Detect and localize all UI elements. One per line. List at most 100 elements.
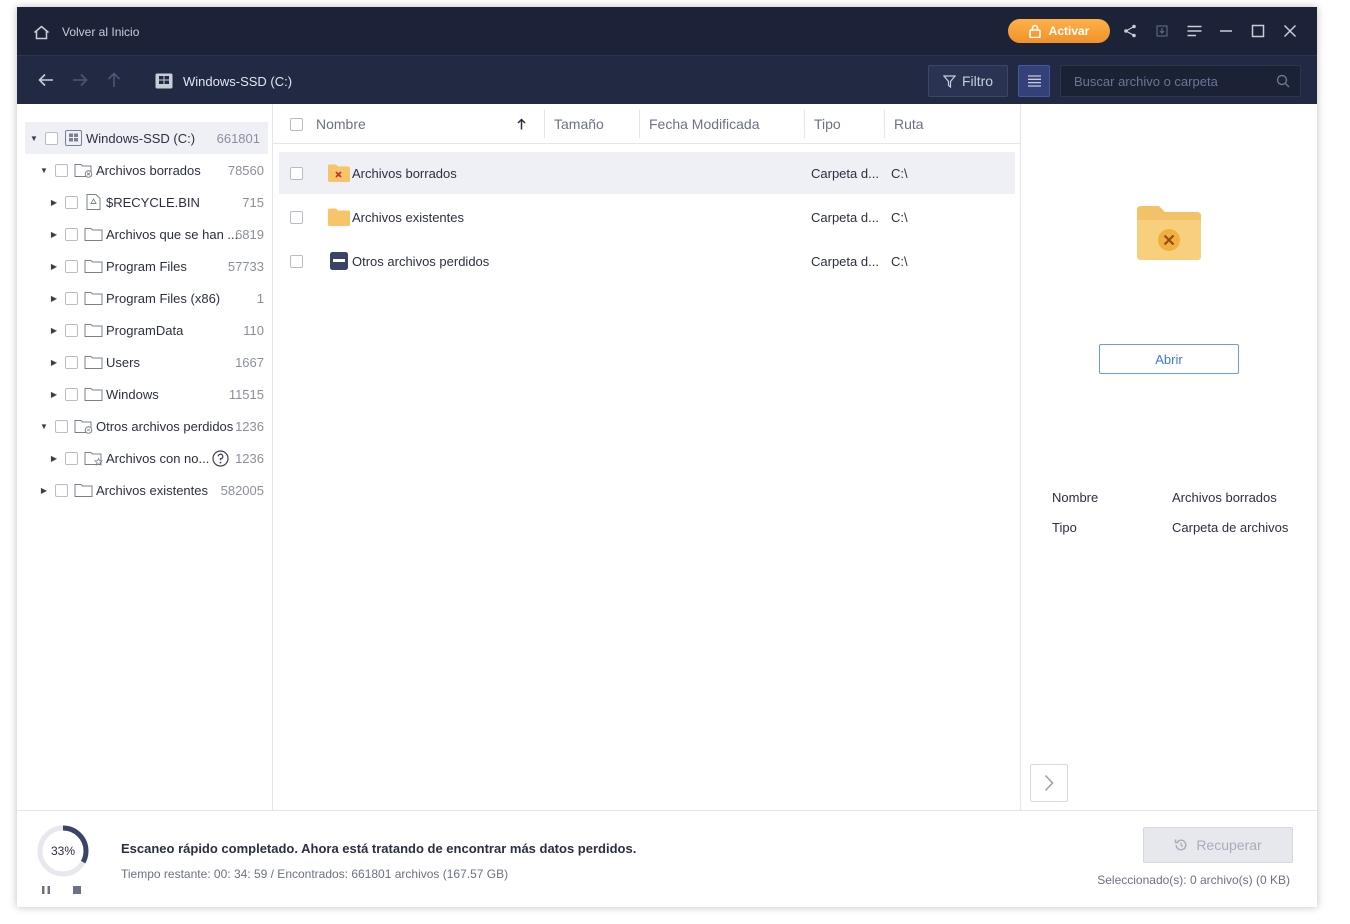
select-all-checkbox[interactable] xyxy=(290,117,303,131)
home-button[interactable]: Volver al Inicio xyxy=(33,21,153,43)
tree-item-program-files-x86[interactable]: ▶ Program Files (x86) 1 xyxy=(17,282,272,314)
column-divider[interactable] xyxy=(884,110,885,138)
column-label: Fecha Modificada xyxy=(649,116,760,132)
search-input[interactable] xyxy=(1074,73,1276,89)
column-ruta[interactable]: Ruta xyxy=(894,104,924,144)
back-button[interactable] xyxy=(35,69,57,91)
status-bar: 33% Escaneo rápido completado. Ahora est… xyxy=(17,810,1317,907)
tree-item-programdata[interactable]: ▶ ProgramData 110 xyxy=(17,314,272,346)
tree-checkbox[interactable] xyxy=(65,355,78,369)
tree-item-archivos-con-no[interactable]: ▶ Archivos con no... 1236 xyxy=(17,442,272,474)
caret-right-icon[interactable]: ▶ xyxy=(49,325,59,335)
tree-item-count: 715 xyxy=(242,194,264,210)
tree-item-archivos-existentes[interactable]: ▶ Archivos existentes 582005 xyxy=(17,474,272,506)
menu-button[interactable] xyxy=(1184,21,1204,41)
folder-icon xyxy=(84,388,103,401)
tree-item-label: Program Files (x86) xyxy=(106,290,221,306)
forward-button[interactable] xyxy=(69,69,91,91)
column-fecha[interactable]: Fecha Modificada xyxy=(649,104,760,144)
stop-button[interactable] xyxy=(70,883,84,897)
lost-files-drive-icon xyxy=(330,252,348,270)
tree-item-otros-archivos-perdidos[interactable]: ▼ Otros archivos perdidos 1236 xyxy=(17,410,272,442)
caret-right-icon[interactable]: ▶ xyxy=(39,485,49,495)
tree-checkbox[interactable] xyxy=(55,419,68,433)
tree-item-windows-ssd[interactable]: ▼ Windows-SSD (C:) 661801 xyxy=(25,122,268,154)
lost-folder-icon xyxy=(74,420,93,434)
maximize-button[interactable] xyxy=(1248,21,1268,41)
tree-checkbox[interactable] xyxy=(65,323,78,337)
caret-right-icon[interactable]: ▶ xyxy=(49,229,59,239)
navigation-bar: Windows-SSD (C:) Filtro xyxy=(17,55,1317,104)
minimize-button[interactable] xyxy=(1216,21,1236,41)
tree-item-recycle-bin[interactable]: ▶ $RECYCLE.BIN 715 xyxy=(17,186,272,218)
search-icon[interactable] xyxy=(1276,74,1290,88)
row-checkbox[interactable] xyxy=(290,166,303,180)
row-type: Carpeta d... xyxy=(811,165,879,181)
tree-item-archivos-que-se-han[interactable]: ▶ Archivos que se han ... 6819 xyxy=(17,218,272,250)
expand-panel-button[interactable] xyxy=(1030,764,1068,802)
tree-checkbox[interactable] xyxy=(65,387,78,401)
list-row[interactable]: Archivos borrados Carpeta d... C:\ xyxy=(279,152,1015,194)
caret-right-icon[interactable]: ▶ xyxy=(49,261,59,271)
pause-button[interactable] xyxy=(39,883,53,897)
column-nombre[interactable]: Nombre xyxy=(316,104,536,144)
preview-panel: Abrir Nombre Archivos borrados Tipo Carp… xyxy=(1021,104,1317,810)
folder-icon xyxy=(84,356,103,369)
selection-summary: Seleccionado(s): 0 archivo(s) (0 KB) xyxy=(1097,873,1290,887)
pause-icon xyxy=(42,886,50,894)
list-view-button[interactable] xyxy=(1018,65,1050,97)
caret-right-icon[interactable]: ▶ xyxy=(49,389,59,399)
up-button[interactable] xyxy=(103,69,125,91)
tree-item-count: 110 xyxy=(243,322,264,338)
row-checkbox[interactable] xyxy=(290,254,303,268)
activate-button[interactable]: Activar xyxy=(1008,19,1110,43)
tree-checkbox[interactable] xyxy=(65,291,78,305)
list-row[interactable]: Otros archivos perdidos Carpeta d... C:\ xyxy=(279,240,1015,282)
filter-button[interactable]: Filtro xyxy=(928,65,1008,97)
caret-down-icon[interactable]: ▼ xyxy=(39,421,49,431)
column-divider[interactable] xyxy=(544,110,545,138)
open-button[interactable]: Abrir xyxy=(1099,344,1239,374)
column-tamano[interactable]: Tamaño xyxy=(554,104,604,144)
caret-right-icon[interactable]: ▶ xyxy=(49,293,59,303)
column-tipo[interactable]: Tipo xyxy=(814,104,841,144)
tagged-folder-icon xyxy=(84,452,104,466)
row-checkbox[interactable] xyxy=(290,210,303,224)
caret-right-icon[interactable]: ▶ xyxy=(49,197,59,207)
caret-right-icon[interactable]: ▶ xyxy=(49,453,59,463)
recover-button[interactable]: Recuperar xyxy=(1143,827,1293,863)
tree-checkbox[interactable] xyxy=(65,195,78,209)
info-name-row: Nombre Archivos borrados xyxy=(1052,490,1312,505)
list-header: Nombre Tamaño Fecha Modificada Tipo Ruta xyxy=(273,104,1020,144)
help-icon[interactable] xyxy=(212,449,229,467)
caret-down-icon[interactable]: ▼ xyxy=(39,165,49,175)
tree-item-windows[interactable]: ▶ Windows 11515 xyxy=(17,378,272,410)
tree-checkbox[interactable] xyxy=(55,483,68,497)
arrow-up-icon xyxy=(107,72,121,87)
close-button[interactable] xyxy=(1280,21,1300,41)
deleted-folder-preview-icon xyxy=(1137,206,1201,260)
tree-checkbox[interactable] xyxy=(65,451,78,465)
tree-item-program-files[interactable]: ▶ Program Files 57733 xyxy=(17,250,272,282)
recover-label: Recuperar xyxy=(1196,837,1262,853)
tree-item-users[interactable]: ▶ Users 1667 xyxy=(17,346,272,378)
tree-checkbox[interactable] xyxy=(65,227,78,241)
tree-item-archivos-borrados[interactable]: ▼ Archivos borrados 78560 xyxy=(17,154,272,186)
tree-checkbox[interactable] xyxy=(55,163,68,177)
caret-down-icon[interactable]: ▼ xyxy=(29,133,39,143)
export-button[interactable] xyxy=(1152,21,1172,41)
share-button[interactable] xyxy=(1120,21,1140,41)
row-type: Carpeta d... xyxy=(811,253,879,269)
row-path: C:\ xyxy=(891,209,908,225)
recover-icon xyxy=(1175,839,1187,851)
arrow-left-icon xyxy=(38,73,53,87)
tree-item-count: 6819 xyxy=(235,226,264,242)
list-row[interactable]: Archivos existentes Carpeta d... C:\ xyxy=(279,196,1015,238)
row-name: Otros archivos perdidos xyxy=(352,253,490,269)
column-divider[interactable] xyxy=(804,110,805,138)
tree-checkbox[interactable] xyxy=(65,259,78,273)
column-divider[interactable] xyxy=(639,110,640,138)
list-view-icon xyxy=(1027,75,1041,87)
tree-checkbox[interactable] xyxy=(45,131,58,145)
caret-right-icon[interactable]: ▶ xyxy=(49,357,59,367)
